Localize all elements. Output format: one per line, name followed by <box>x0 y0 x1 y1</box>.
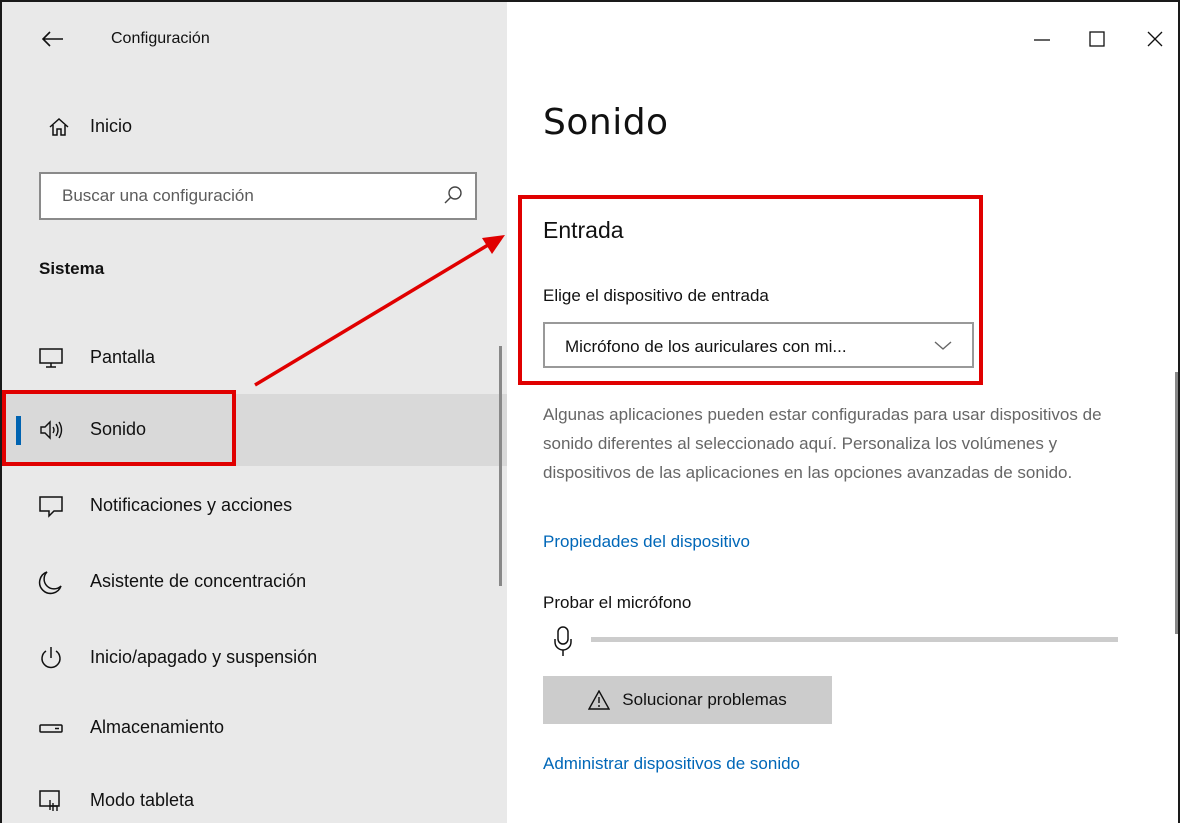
content-pane: Sonido Entrada Elige el dispositivo de e… <box>507 2 1178 823</box>
selection-indicator <box>16 416 21 445</box>
back-button[interactable] <box>38 24 68 54</box>
window-controls <box>982 2 1178 77</box>
troubleshoot-button[interactable]: Solucionar problemas <box>543 676 832 724</box>
sidebar-scrollbar[interactable] <box>499 346 502 586</box>
input-device-dropdown[interactable]: Micrófono de los auriculares con mi... <box>543 322 974 368</box>
dropdown-selected-value: Micrófono de los auriculares con mi... <box>565 337 847 356</box>
sidebar-item-asistente[interactable]: Asistente de concentración <box>2 546 507 618</box>
sidebar-item-label: Asistente de concentración <box>90 571 307 591</box>
tablet-mode-icon <box>39 790 60 811</box>
warning-icon <box>588 690 611 710</box>
moon-icon <box>38 571 62 595</box>
manage-sound-devices-link[interactable]: Administrar dispositivos de sonido <box>543 754 800 774</box>
back-arrow-icon <box>42 31 63 47</box>
sidebar-item-label: Modo tableta <box>90 790 195 810</box>
microphone-icon <box>554 626 572 656</box>
sidebar-item-sonido[interactable]: Sonido <box>2 394 507 466</box>
test-mic-label: Probar el micrófono <box>543 593 692 612</box>
input-section-heading: Entrada <box>543 217 624 243</box>
minimize-button[interactable] <box>1027 24 1057 54</box>
app-title: Configuración <box>111 30 210 47</box>
sidebar-item-label: Pantalla <box>90 347 156 367</box>
home-icon <box>49 117 69 136</box>
chevron-down-icon <box>934 341 952 350</box>
maximize-button[interactable] <box>1082 24 1112 54</box>
notification-icon <box>39 496 63 518</box>
sidebar-item-label: Notificaciones y acciones <box>90 495 293 515</box>
sidebar-item-notificaciones[interactable]: Notificaciones y acciones <box>2 470 507 542</box>
close-button[interactable] <box>1140 24 1170 54</box>
sidebar-item-label: Inicio <box>90 116 133 136</box>
page-title: Sonido <box>543 102 669 143</box>
content-scrollbar[interactable] <box>1175 372 1178 634</box>
input-device-label: Elige el dispositivo de entrada <box>543 286 769 305</box>
sidebar-item-label: Inicio/apagado y suspensión <box>90 647 318 667</box>
speaker-icon <box>40 420 63 440</box>
troubleshoot-label: Solucionar problemas <box>622 690 787 709</box>
sidebar-item-pantalla[interactable]: Pantalla <box>2 322 507 394</box>
sidebar-item-modo-tableta[interactable]: Modo tableta <box>2 765 507 823</box>
sidebar: Configuración Inicio Sistema Pantalla <box>2 2 507 823</box>
mic-level-meter <box>591 637 1118 642</box>
close-icon <box>1147 31 1163 47</box>
sidebar-item-label: Sonido <box>90 419 147 439</box>
input-description: Algunas aplicaciones pueden estar config… <box>543 405 1102 482</box>
title-bar: Configuración <box>2 2 507 77</box>
settings-window: Configuración Inicio Sistema Pantalla <box>0 0 1180 823</box>
power-icon <box>41 647 61 669</box>
search-icon[interactable] <box>443 185 463 205</box>
search-input[interactable] <box>41 174 475 218</box>
search-box <box>39 172 477 220</box>
storage-icon <box>39 724 63 733</box>
device-properties-link[interactable]: Propiedades del dispositivo <box>543 532 750 552</box>
monitor-icon <box>39 348 63 368</box>
maximize-icon <box>1089 31 1105 47</box>
sidebar-item-home[interactable]: Inicio <box>2 102 507 152</box>
minimize-icon <box>1034 39 1050 41</box>
sidebar-item-energia[interactable]: Inicio/apagado y suspensión <box>2 622 507 694</box>
section-title: Sistema <box>39 259 105 278</box>
sidebar-item-almacenamiento[interactable]: Almacenamiento <box>2 692 507 764</box>
sidebar-item-label: Almacenamiento <box>90 717 225 737</box>
